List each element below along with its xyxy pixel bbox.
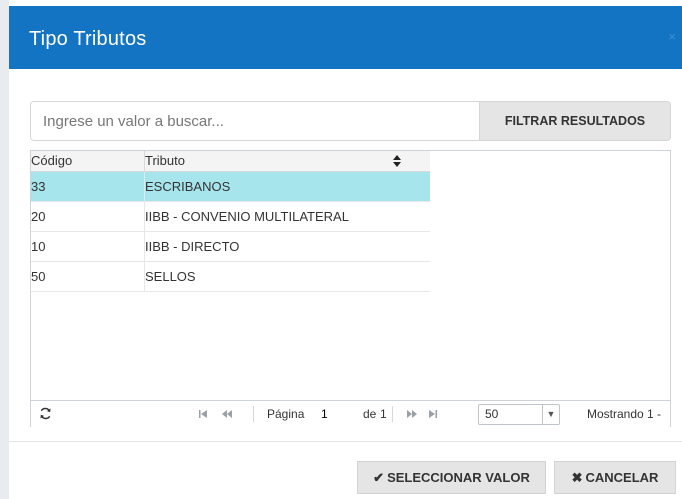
- cell-tributo: ESCRIBANOS: [145, 179, 231, 194]
- search-bar: FILTRAR RESULTADOS: [30, 101, 671, 141]
- cell-tributo: IIBB - CONVENIO MULTILATERAL: [145, 209, 349, 224]
- next-page-icon[interactable]: [406, 409, 418, 419]
- dialog-title: Tipo Tributos: [29, 28, 147, 50]
- cell-tributo: SELLOS: [145, 269, 196, 284]
- table-row[interactable]: 20 IIBB - CONVENIO MULTILATERAL: [31, 202, 430, 232]
- check-icon: ✔: [373, 470, 385, 485]
- x-icon: ✖: [571, 470, 583, 485]
- cell-codigo: 50: [31, 262, 145, 291]
- table-row[interactable]: 50 SELLOS: [31, 262, 430, 292]
- footer-divider: [9, 441, 682, 442]
- pager-separator: [392, 406, 393, 422]
- chevron-down-icon[interactable]: ▼: [542, 405, 559, 424]
- search-input[interactable]: [31, 102, 479, 140]
- last-page-icon[interactable]: [428, 409, 438, 419]
- select-value-label: SELECCIONAR VALOR: [387, 470, 530, 485]
- table-row[interactable]: 10 IIBB - DIRECTO: [31, 232, 430, 262]
- column-header-codigo[interactable]: Código: [31, 151, 145, 171]
- cancel-button[interactable]: ✖ CANCELAR: [554, 461, 676, 494]
- cell-codigo: 20: [31, 202, 145, 231]
- dialog-header: Tipo Tributos ×: [9, 6, 682, 69]
- page-size-select[interactable]: 50 ▼: [478, 404, 560, 425]
- cell-codigo: 33: [31, 172, 145, 201]
- page-number-input[interactable]: [321, 405, 357, 423]
- tributos-grid: Código Tributo 33 ESCRIBANOS 20 IIBB - C…: [30, 150, 671, 427]
- records-info: Mostrando 1 -: [587, 407, 662, 421]
- cancel-label: CANCELAR: [585, 470, 659, 485]
- tipo-tributos-dialog: Tipo Tributos × FILTRAR RESULTADOS Códig…: [9, 0, 682, 499]
- grid-pager: Página de 1 50 ▼ Mostrando 1 -: [31, 400, 670, 427]
- pager-separator: [253, 406, 254, 422]
- filter-results-button[interactable]: FILTRAR RESULTADOS: [479, 102, 670, 140]
- sort-icon[interactable]: [392, 153, 402, 169]
- grid-table: Código Tributo 33 ESCRIBANOS 20 IIBB - C…: [31, 151, 430, 292]
- first-page-icon[interactable]: [198, 409, 208, 419]
- total-pages: 1: [380, 407, 387, 421]
- page-size-value: 50: [485, 407, 499, 421]
- prev-page-icon[interactable]: [221, 409, 233, 419]
- cell-tributo: IIBB - DIRECTO: [145, 239, 240, 254]
- page-label: Página: [267, 407, 305, 421]
- of-label: de: [363, 407, 377, 421]
- select-value-button[interactable]: ✔ SELECCIONAR VALOR: [357, 461, 546, 494]
- grid-header-row: Código Tributo: [31, 151, 430, 172]
- table-row[interactable]: 33 ESCRIBANOS: [31, 172, 430, 202]
- cell-codigo: 10: [31, 232, 145, 261]
- refresh-icon[interactable]: [39, 407, 52, 420]
- column-header-tributo[interactable]: Tributo: [145, 151, 185, 171]
- close-icon[interactable]: ×: [668, 29, 676, 44]
